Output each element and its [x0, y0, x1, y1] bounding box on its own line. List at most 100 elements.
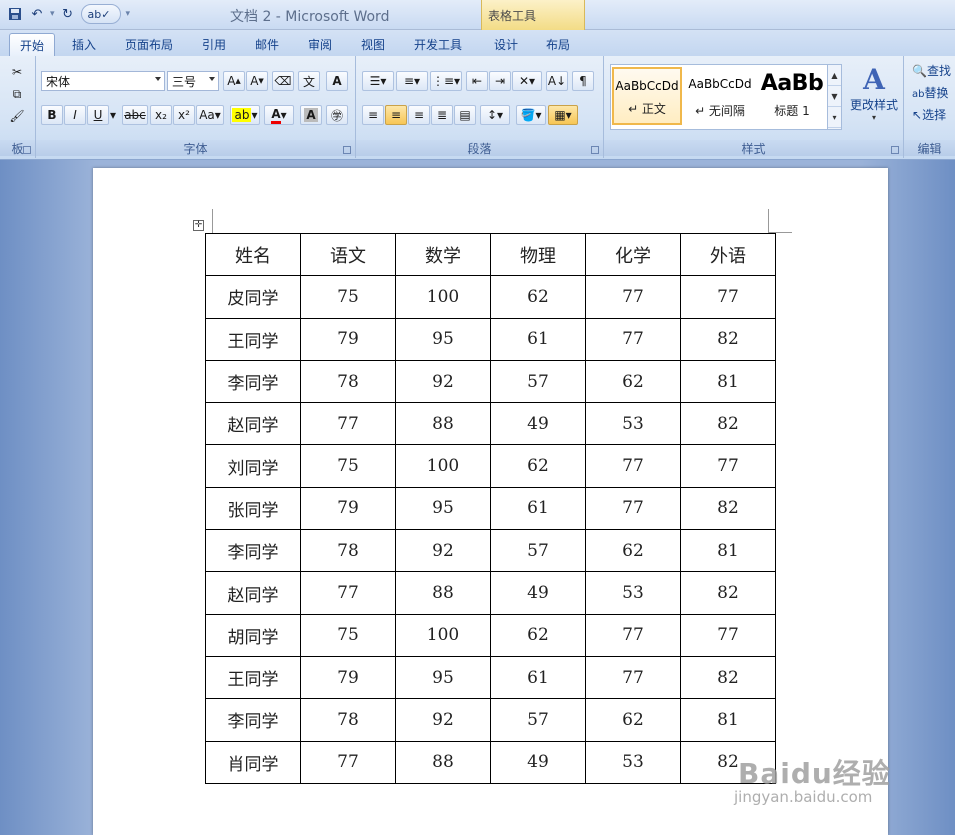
score-cell[interactable]: 79: [300, 655, 396, 700]
tab-mailings[interactable]: 邮件: [245, 33, 289, 56]
score-cell[interactable]: 81: [680, 359, 776, 404]
style-heading-1[interactable]: AaBb 标题 1: [757, 67, 827, 125]
score-cell[interactable]: 77: [585, 275, 681, 319]
multilevel-list-icon[interactable]: ⋮≡▾: [430, 71, 462, 91]
score-cell[interactable]: 75: [300, 444, 396, 488]
student-name-cell[interactable]: 皮同学: [205, 275, 301, 319]
score-cell[interactable]: 79: [300, 317, 396, 361]
highlight-color-icon[interactable]: ab ▾: [230, 105, 260, 125]
tab-table-layout[interactable]: 布局: [536, 33, 580, 56]
line-spacing-icon[interactable]: ↕▾: [480, 105, 510, 125]
score-cell[interactable]: 100: [395, 444, 491, 488]
score-cell[interactable]: 95: [395, 486, 491, 531]
cut-icon[interactable]: ✂: [6, 62, 28, 82]
score-cell[interactable]: 62: [585, 359, 681, 404]
score-cell[interactable]: 62: [490, 613, 586, 657]
distributed-icon[interactable]: ▤: [454, 105, 476, 125]
shrink-font-icon[interactable]: A ▼: [246, 71, 268, 91]
score-cell[interactable]: 92: [395, 698, 491, 742]
table-header-cell[interactable]: 化学: [585, 232, 681, 277]
undo-dropdown-icon[interactable]: ▾: [50, 9, 55, 19]
underline-icon[interactable]: U: [87, 105, 109, 125]
student-name-cell[interactable]: 李同学: [205, 359, 301, 404]
score-cell[interactable]: 77: [585, 317, 681, 361]
copy-icon[interactable]: ⧉: [6, 84, 28, 104]
score-cell[interactable]: 49: [490, 740, 586, 784]
change-case-icon[interactable]: Aa▾: [196, 105, 224, 125]
score-cell[interactable]: 92: [395, 359, 491, 404]
gallery-more-icon[interactable]: ▾: [828, 107, 841, 128]
score-cell[interactable]: 100: [395, 613, 491, 657]
score-cell[interactable]: 78: [300, 359, 396, 404]
score-cell[interactable]: 62: [585, 529, 681, 573]
subscript-icon[interactable]: x₂: [150, 105, 172, 125]
styles-dialog-launcher-icon[interactable]: [891, 146, 899, 154]
clipboard-launcher-icon[interactable]: [23, 146, 31, 154]
score-cell[interactable]: 82: [680, 317, 776, 361]
student-name-cell[interactable]: 赵同学: [205, 571, 301, 615]
style-normal[interactable]: AaBbCcDd ↵ 正文: [612, 67, 682, 125]
table-header-cell[interactable]: 物理: [490, 232, 586, 277]
score-cell[interactable]: 61: [490, 317, 586, 361]
score-cell[interactable]: 53: [585, 402, 681, 446]
decrease-indent-icon[interactable]: ⇤: [466, 71, 488, 91]
table-header-cell[interactable]: 姓名: [205, 232, 301, 277]
student-name-cell[interactable]: 胡同学: [205, 613, 301, 657]
score-cell[interactable]: 57: [490, 529, 586, 573]
score-cell[interactable]: 77: [585, 655, 681, 700]
tab-insert[interactable]: 插入: [62, 33, 106, 56]
redo-icon[interactable]: ↻: [59, 5, 77, 23]
score-cell[interactable]: 57: [490, 359, 586, 404]
tab-view[interactable]: 视图: [351, 33, 395, 56]
replace-button[interactable]: ab替换: [912, 84, 949, 101]
tab-page-layout[interactable]: 页面布局: [118, 33, 180, 56]
score-cell[interactable]: 77: [300, 402, 396, 446]
score-cell[interactable]: 77: [300, 571, 396, 615]
find-button[interactable]: 🔍查找: [912, 62, 951, 79]
student-name-cell[interactable]: 刘同学: [205, 444, 301, 488]
character-shading-icon[interactable]: A: [300, 105, 322, 125]
font-color-icon[interactable]: A ▾: [264, 105, 294, 125]
table-header-cell[interactable]: 数学: [395, 232, 491, 277]
style-no-spacing[interactable]: AaBbCcDd ↵ 无间隔: [685, 67, 755, 125]
bullets-icon[interactable]: ☰▾: [362, 71, 394, 91]
tab-table-design[interactable]: 设计: [484, 33, 528, 56]
tab-review[interactable]: 审阅: [298, 33, 342, 56]
score-cell[interactable]: 77: [585, 613, 681, 657]
shading-icon[interactable]: 🪣▾: [516, 105, 546, 125]
show-marks-icon[interactable]: ¶: [572, 71, 594, 91]
quick-access-custom-button[interactable]: ab✓: [80, 4, 122, 24]
tab-developer[interactable]: 开发工具: [405, 33, 471, 56]
align-right-icon[interactable]: ≡: [408, 105, 430, 125]
score-cell[interactable]: 77: [680, 613, 776, 657]
score-cell[interactable]: 62: [490, 444, 586, 488]
student-name-cell[interactable]: 张同学: [205, 486, 301, 531]
score-cell[interactable]: 77: [585, 486, 681, 531]
chinese-layout-icon[interactable]: ✕▾: [512, 71, 542, 91]
score-cell[interactable]: 62: [585, 698, 681, 742]
chevron-up-icon[interactable]: ▲: [828, 65, 841, 86]
score-cell[interactable]: 62: [490, 275, 586, 319]
score-cell[interactable]: 95: [395, 317, 491, 361]
score-cell[interactable]: 95: [395, 655, 491, 700]
grow-font-icon[interactable]: A ▲: [223, 71, 245, 91]
tab-home[interactable]: 开始: [9, 33, 55, 56]
borders-icon[interactable]: ▦▾: [548, 105, 578, 125]
student-name-cell[interactable]: 李同学: [205, 529, 301, 573]
format-painter-icon[interactable]: 🖌: [6, 106, 28, 126]
student-name-cell[interactable]: 李同学: [205, 698, 301, 742]
student-name-cell[interactable]: 王同学: [205, 655, 301, 700]
font-dialog-launcher-icon[interactable]: [343, 146, 351, 154]
score-cell[interactable]: 78: [300, 529, 396, 573]
grades-table[interactable]: 姓名 语文 数学 物理 化学 外语 皮同学 75 100 62 77 77 王同学 79 95 6…: [205, 232, 776, 784]
bold-icon[interactable]: B: [41, 105, 63, 125]
score-cell[interactable]: 49: [490, 571, 586, 615]
superscript-icon[interactable]: x²: [173, 105, 195, 125]
numbering-icon[interactable]: ≡▾: [396, 71, 428, 91]
student-name-cell[interactable]: 王同学: [205, 317, 301, 361]
score-cell[interactable]: 79: [300, 486, 396, 531]
chevron-down-icon[interactable]: ▼: [828, 86, 841, 107]
font-name-combo[interactable]: 宋体: [41, 71, 165, 91]
align-left-icon[interactable]: ≡: [362, 105, 384, 125]
score-cell[interactable]: 75: [300, 613, 396, 657]
